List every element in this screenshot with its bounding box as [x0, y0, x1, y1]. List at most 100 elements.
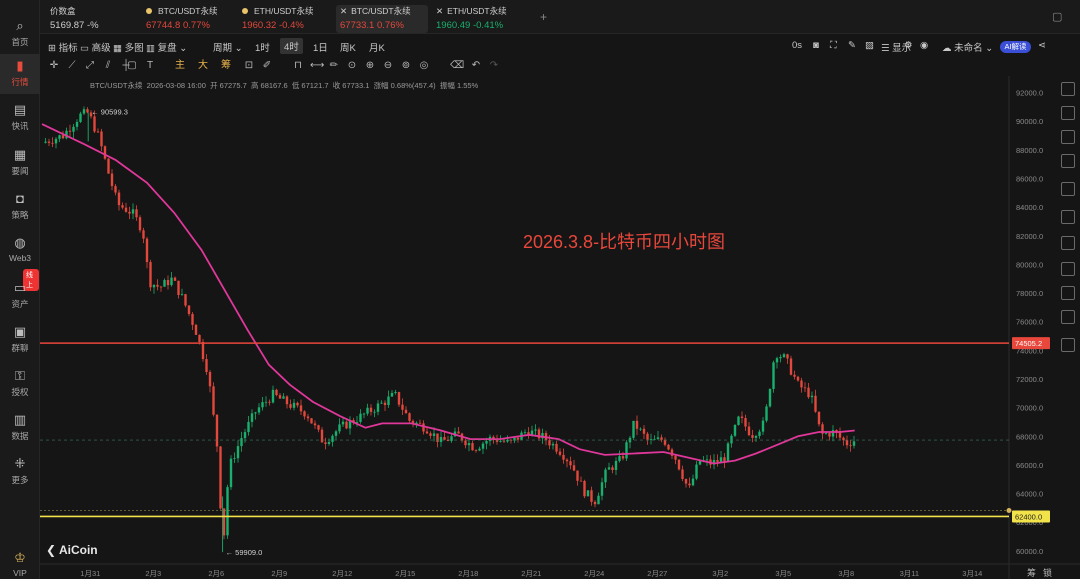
- undo-icon[interactable]: ↶: [470, 60, 482, 72]
- fullscreen-icon[interactable]: ⛶: [830, 40, 837, 51]
- magnet-icon[interactable]: ⊓: [292, 60, 304, 72]
- big-order-tool[interactable]: 大: [197, 60, 209, 72]
- price-chart[interactable]: 60000.0 62000.0 64000.0 66000.0 68000.0 70000…: [40, 76, 1080, 579]
- candlestick-chart[interactable]: 60000.062000.064000.066000.068000.070000…: [40, 76, 1080, 579]
- brush-icon[interactable]: ✐: [261, 60, 273, 72]
- stats-icon[interactable]: [1061, 236, 1075, 250]
- layers-icon[interactable]: ◎: [418, 60, 430, 72]
- y-tick-label: 88000.0: [1016, 146, 1043, 155]
- rectangle-icon[interactable]: ▢: [126, 60, 138, 72]
- bottom-chips-button[interactable]: 筹: [1027, 566, 1036, 579]
- interval-1h[interactable]: 1时: [255, 40, 270, 54]
- candle-body: [523, 432, 527, 433]
- layout-select[interactable]: ☁ 未命名 ⌄: [942, 40, 993, 54]
- nav-item-market[interactable]: ▮ 行情: [0, 54, 40, 94]
- candle-body: [376, 403, 380, 412]
- calendar-icon[interactable]: [1061, 210, 1075, 224]
- candle-body: [772, 362, 775, 389]
- nav-item-data[interactable]: ▥ 数据: [0, 408, 40, 448]
- redo-icon[interactable]: ↷: [488, 60, 500, 72]
- add-tab-button[interactable]: +: [540, 10, 547, 38]
- chips-tool[interactable]: 筹: [220, 60, 232, 72]
- candle-body: [611, 467, 614, 470]
- candle-body: [380, 402, 383, 404]
- news-panel-icon[interactable]: [1061, 286, 1075, 300]
- interval-1d[interactable]: 1日: [313, 40, 328, 54]
- eye-icon[interactable]: ◉: [920, 40, 928, 51]
- period-button[interactable]: 周期 ⌄: [213, 40, 243, 54]
- candle-body: [656, 437, 660, 440]
- interval-1w[interactable]: 周K: [340, 40, 356, 54]
- zoom-out-icon[interactable]: ⊖: [382, 60, 394, 72]
- candle-body: [180, 294, 184, 295]
- text-icon[interactable]: T: [144, 60, 156, 72]
- candle-body: [467, 443, 471, 446]
- alerts-icon[interactable]: [1061, 182, 1075, 196]
- candle-body: [422, 423, 425, 432]
- interval-1m[interactable]: 月K: [369, 40, 385, 54]
- tab-btc-1-quote: 67744.8 0.77%: [146, 20, 236, 31]
- bottom-lock-button[interactable]: 锁: [1043, 566, 1052, 579]
- nav-item-web3[interactable]: ◍ Web3: [0, 231, 40, 271]
- main-indicator-tool[interactable]: 主: [174, 60, 186, 72]
- indicator-button[interactable]: ⊞ 指标: [48, 40, 78, 54]
- settings-icon[interactable]: ⚙: [904, 40, 913, 51]
- replay-button[interactable]: ▥ 复盘 ⌄: [146, 40, 187, 54]
- trendline-icon[interactable]: ⟋: [66, 60, 78, 72]
- refresh-interval[interactable]: 0s: [792, 40, 802, 51]
- nav-label-strategy: 策略: [11, 210, 29, 220]
- candle-body: [387, 396, 390, 406]
- pro-button[interactable]: ▭ 高级: [80, 40, 111, 54]
- trades-icon[interactable]: [1061, 130, 1075, 144]
- crosshair-icon[interactable]: ✛: [48, 60, 60, 72]
- ticker-tabs: 价数盒 5169.87 -% BTC/USDT永续 67744.8 0.77% …: [40, 0, 1080, 34]
- ai-interpret-button[interactable]: AI解读: [1000, 41, 1031, 53]
- nav-item-vip[interactable]: ♔ VIP: [0, 546, 40, 579]
- positions-icon[interactable]: [1061, 262, 1075, 276]
- lock-drawings-icon[interactable]: ⊚: [400, 60, 412, 72]
- edit-icon[interactable]: ✎: [848, 40, 856, 51]
- template-icon[interactable]: ▨: [865, 40, 874, 51]
- high-price-label: ← 90599.3: [91, 108, 128, 117]
- tab-index-change: -%: [86, 20, 99, 31]
- delete-icon[interactable]: ⌫: [450, 60, 464, 72]
- pro-icon: ▭: [80, 43, 89, 54]
- nav-item-home[interactable]: ⌕ 首页: [0, 14, 40, 54]
- tab-eth-1[interactable]: ETH/USDT永续 1960.32 -0.4%: [242, 5, 332, 33]
- zoom-in-icon[interactable]: ⊕: [364, 60, 376, 72]
- depth-icon[interactable]: [1061, 154, 1075, 168]
- nav-item-strategy[interactable]: ◘ 策略: [0, 187, 40, 227]
- nav-item-auth[interactable]: ⚿ 授权: [0, 364, 40, 404]
- nav-item-flash[interactable]: ▤ 快讯: [0, 98, 40, 138]
- watchlist-icon[interactable]: [1061, 82, 1075, 96]
- ray-icon[interactable]: ⤢: [84, 60, 96, 72]
- nav-item-chat[interactable]: ▣ 群聊: [0, 320, 40, 360]
- close-icon[interactable]: ✕: [436, 6, 443, 16]
- settings-panel-icon[interactable]: [1061, 338, 1075, 352]
- nav-item-headlines[interactable]: ▦ 要闻: [0, 143, 40, 183]
- candle-body: [485, 441, 488, 444]
- orderbook-icon[interactable]: [1061, 106, 1075, 120]
- tab-eth-2[interactable]: ✕ ETH/USDT永续 1960.49 -0.41%: [436, 5, 528, 33]
- tab-index[interactable]: 价数盒 5169.87 -%: [50, 5, 140, 33]
- tab-btc-2[interactable]: ✕ BTC/USDT永续 67733.1 0.76%: [336, 5, 428, 33]
- candle-body: [187, 305, 191, 314]
- measure-icon[interactable]: ⊡: [243, 60, 255, 72]
- logo-text: AiCoin: [58, 543, 98, 557]
- window-minimize-icon[interactable]: ▢: [1052, 10, 1062, 23]
- lock-icon[interactable]: ⊙: [346, 60, 358, 72]
- nav-item-assets[interactable]: ▭ 资产: [0, 276, 40, 316]
- interval-4h[interactable]: 4时: [280, 38, 303, 54]
- ruler-icon[interactable]: ⟷: [310, 60, 324, 72]
- share-icon[interactable]: ⋖: [1038, 40, 1046, 51]
- candle-body: [768, 388, 772, 407]
- x-tick-label: 2月12: [332, 569, 352, 578]
- pencil-icon[interactable]: ✏: [328, 60, 340, 72]
- nav-item-more[interactable]: ⁜ 更多: [0, 452, 40, 492]
- camera-icon[interactable]: ◙: [813, 40, 819, 51]
- parallel-icon[interactable]: ⫽: [102, 60, 114, 72]
- close-icon[interactable]: ✕: [340, 6, 347, 16]
- notes-icon[interactable]: [1061, 310, 1075, 324]
- multi-chart-button[interactable]: ▦ 多图: [113, 40, 144, 54]
- tab-btc-1[interactable]: BTC/USDT永续 67744.8 0.77%: [146, 5, 236, 33]
